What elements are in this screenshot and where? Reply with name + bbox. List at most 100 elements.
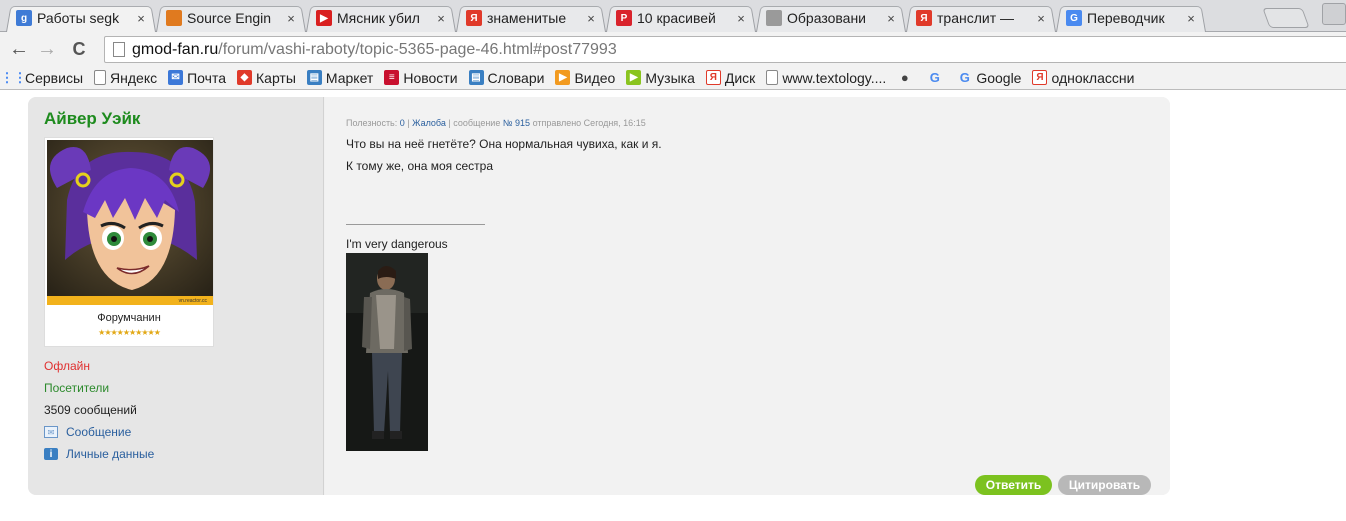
bookmark-item[interactable]: ▤ Маркет — [306, 69, 374, 86]
reload-button[interactable]: C — [68, 38, 90, 60]
tab-close-icon[interactable]: × — [584, 11, 598, 26]
forum-page: Айвер Уэйк vn.reactor.cc Форумчанин ★★★★… — [0, 91, 1346, 521]
bookmarks-bar: ⋮⋮ Сервисы Яндекс ✉ Почта ◆ Карты ▤ Маркет ≡ Новос… — [0, 66, 1346, 90]
browser-tab[interactable]: Ятранслит — × — [906, 4, 1056, 32]
bookmark-item[interactable]: www.textology.... — [766, 70, 886, 86]
author-panel: Айвер Уэйк vn.reactor.cc Форумчанин ★★★★… — [28, 97, 324, 495]
bookmark-item[interactable]: G — [927, 70, 946, 85]
browser-tab[interactable]: ▶ Мясник убил × — [306, 4, 456, 32]
profile-button[interactable] — [1322, 3, 1346, 25]
tab-favicon-icon: P — [616, 10, 632, 26]
tab-close-icon[interactable]: × — [1034, 11, 1048, 26]
bookmark-item[interactable]: ● — [897, 70, 916, 85]
page-icon — [94, 70, 107, 85]
address-bar[interactable]: gmod-fan.ru/forum/vashi-raboty/topic-536… — [104, 36, 1346, 63]
usefulness-label: Полезность: — [346, 118, 398, 128]
bookmark-label: Диск — [724, 69, 756, 86]
bookmark-item[interactable]: ▶ Музыка — [626, 70, 695, 86]
forum-post: Айвер Уэйк vn.reactor.cc Форумчанин ★★★★… — [28, 97, 1170, 495]
bookmark-label: Музыка — [645, 69, 695, 86]
browser-tab[interactable]: P 10 красивей × — [606, 4, 756, 32]
tab-close-icon[interactable]: × — [884, 11, 898, 26]
browser-tab[interactable]: Язнаменитые × — [456, 4, 606, 32]
bookmark-item[interactable]: ◆ Карты — [237, 70, 296, 86]
bookmark-label: Почта — [187, 69, 226, 86]
post-content: Полезность: 0 | Жалоба | сообщение № 915… — [325, 97, 1170, 495]
google-g-icon: G — [959, 70, 970, 85]
user-rank: Форумчанин — [97, 312, 161, 324]
back-button[interactable]: ← — [8, 38, 30, 60]
maps-icon: ◆ — [237, 70, 252, 85]
browser-tab[interactable]: g Работы segk × — [6, 4, 156, 32]
page-icon — [113, 42, 125, 57]
bookmark-item[interactable]: Яодноклассни — [1032, 70, 1134, 86]
avatar-card: vn.reactor.cc Форумчанин ★★★★★★★★★★ — [44, 137, 214, 347]
bookmark-label: Google — [976, 69, 1022, 86]
tab-close-icon[interactable]: × — [284, 11, 298, 26]
bookmark-item[interactable]: ⋮⋮ Сервисы — [0, 69, 84, 86]
dict-icon: ▤ — [468, 70, 484, 85]
browser-tab[interactable]: Образовани × — [756, 4, 906, 32]
tab-close-icon[interactable]: × — [134, 11, 148, 26]
bookmark-item[interactable]: G Google — [957, 69, 1022, 86]
page-icon — [766, 70, 779, 85]
message-label: сообщение — [453, 118, 501, 128]
tab-close-icon[interactable]: × — [734, 11, 748, 26]
envelope-icon: ✉ — [44, 426, 58, 438]
bookmark-item[interactable]: ▤ Словари — [468, 69, 545, 86]
signature-text: I'm very dangerous — [346, 237, 448, 251]
meta-separator: | — [407, 118, 410, 128]
url-host: gmod-fan.ru — [132, 40, 219, 58]
send-message-link[interactable]: ✉ Сообщение — [44, 425, 131, 439]
bookmark-label: одноклассни — [1051, 69, 1135, 86]
message-number-link[interactable]: № 915 — [503, 118, 530, 128]
signature-divider — [346, 224, 485, 225]
bookmark-label: Видео — [574, 69, 616, 86]
reply-button[interactable]: Ответить — [975, 475, 1052, 495]
tab-close-icon[interactable]: × — [1184, 11, 1198, 26]
avatar-watermark: vn.reactor.cc — [178, 298, 207, 304]
bookmark-item[interactable]: ≡ Новости — [384, 70, 458, 86]
tab-favicon-icon: Я — [916, 10, 932, 26]
post-meta: Полезность: 0 | Жалоба | сообщение № 915… — [346, 118, 646, 128]
bookmark-label: Карты — [256, 69, 296, 86]
new-tab-button[interactable] — [1262, 8, 1310, 28]
bookmark-item[interactable]: ✉ Почта — [168, 70, 226, 86]
disk-icon: Я — [705, 70, 721, 85]
bookmark-item[interactable]: ▶ Видео — [555, 70, 615, 86]
post-text-line2: К тому же, она моя сестра — [346, 159, 494, 173]
tab-favicon-icon: G — [1066, 10, 1082, 26]
avatar — [47, 140, 213, 305]
bookmark-item[interactable]: Я Диск — [705, 69, 756, 86]
profile-link[interactable]: i Личные данные — [44, 447, 154, 461]
bookmark-label: Словари — [487, 69, 545, 86]
author-name[interactable]: Айвер Уэйк — [44, 109, 140, 129]
complaint-link[interactable]: Жалоба — [412, 118, 446, 128]
forward-button[interactable]: → — [36, 38, 58, 60]
tab-title: Работы segk — [37, 10, 120, 26]
post-text-line1: Что вы на неё гнетёте? Она нормальная чу… — [346, 137, 662, 151]
tab-strip: g Работы segk × Source Engin × ▶ Мясник убил × Я… — [0, 0, 1346, 32]
bookmark-label: Яндекс — [110, 69, 158, 86]
bookmark-label: Маркет — [325, 69, 374, 86]
sent-time: отправлено Сегодня, 16:15 — [532, 118, 646, 128]
tab-title: Образовани — [787, 10, 866, 26]
yandex-icon: Я — [1032, 70, 1048, 85]
video-icon: ▶ — [555, 70, 571, 85]
quote-button[interactable]: Цитировать — [1058, 475, 1151, 495]
browser-tab[interactable]: G Переводчик × — [1056, 4, 1206, 32]
globe-icon: ● — [900, 70, 909, 85]
online-status: Офлайн — [44, 359, 90, 373]
tab-favicon-icon: g — [16, 10, 32, 26]
tab-close-icon[interactable]: × — [434, 11, 448, 26]
bookmark-label: www.textology.... — [782, 69, 887, 86]
apps-icon: ⋮⋮ — [0, 69, 27, 85]
browser-tab[interactable]: Source Engin × — [156, 4, 306, 32]
usefulness-value[interactable]: 0 — [400, 118, 405, 128]
user-group: Посетители — [44, 381, 110, 395]
mail-icon: ✉ — [168, 70, 184, 85]
bookmark-item[interactable]: Яндекс — [94, 70, 157, 86]
tab-favicon-icon — [766, 10, 782, 26]
rank-stars: ★★★★★★★★★★ — [98, 328, 161, 337]
tab-title: знаменитые — [487, 10, 567, 26]
